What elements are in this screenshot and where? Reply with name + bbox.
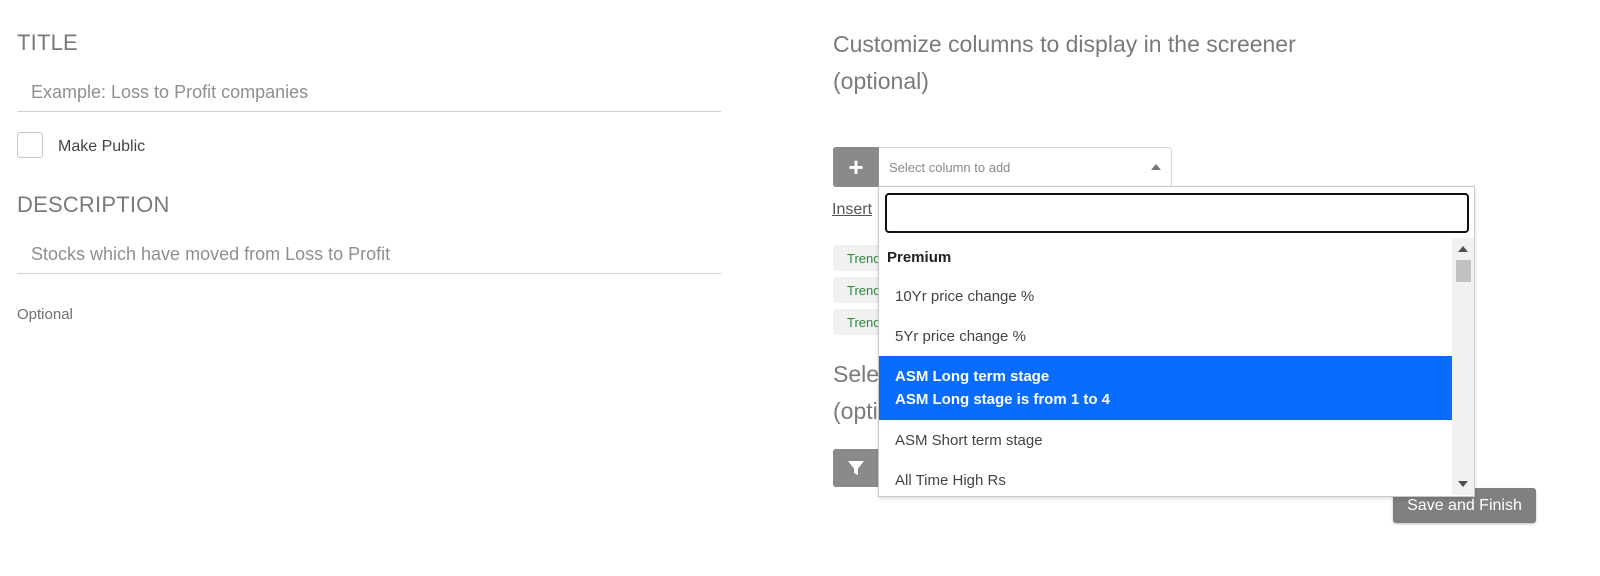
dropdown-scrollbar[interactable] <box>1452 238 1474 495</box>
dropdown-group-label: Premium <box>887 248 952 266</box>
description-input[interactable] <box>17 236 721 274</box>
scroll-thumb[interactable] <box>1456 260 1471 282</box>
title-input[interactable] <box>17 74 721 112</box>
scroll-up-arrow-icon[interactable] <box>1458 246 1468 252</box>
dropdown-option[interactable]: 5Yr price change % <box>879 316 1453 356</box>
dropdown-option[interactable]: All Time High Rs <box>879 460 1453 495</box>
description-label: DESCRIPTION <box>17 192 170 217</box>
option-subtitle: ASM Long stage is from 1 to 4 <box>895 391 1111 408</box>
description-hint: Optional <box>17 306 73 323</box>
columns-heading-line1: Customize columns to display in the scre… <box>833 31 1296 57</box>
plus-icon: + <box>848 151 864 182</box>
dropdown-option[interactable]: 10Yr price change % <box>879 276 1453 316</box>
dropdown-search-input[interactable] <box>885 193 1469 233</box>
dropdown-list: Premium 10Yr price change % 5Yr price ch… <box>879 238 1453 495</box>
title-label: TITLE <box>17 30 78 55</box>
scroll-down-arrow-icon[interactable] <box>1458 481 1468 487</box>
columns-heading: Customize columns to display in the scre… <box>833 26 1353 100</box>
dropdown-option[interactable]: ASM Short term stage <box>879 420 1453 460</box>
column-dropdown: Premium 10Yr price change % 5Yr price ch… <box>878 186 1475 497</box>
add-column-button[interactable]: + <box>833 147 879 187</box>
column-select-placeholder: Select column to add <box>889 159 1011 175</box>
add-filter-button[interactable] <box>833 449 879 487</box>
insert-link[interactable]: Insert <box>832 201 872 219</box>
make-public-label: Make Public <box>58 138 146 155</box>
column-select[interactable]: Select column to add <box>879 147 1172 187</box>
caret-up-icon <box>1151 164 1161 170</box>
dropdown-option-highlighted[interactable]: ASM Long term stage ASM Long stage is fr… <box>879 356 1453 420</box>
filter-icon <box>848 461 864 475</box>
option-title: ASM Long term stage <box>895 368 1050 385</box>
make-public-checkbox[interactable] <box>17 132 43 158</box>
columns-heading-line2: (optional) <box>833 68 929 94</box>
